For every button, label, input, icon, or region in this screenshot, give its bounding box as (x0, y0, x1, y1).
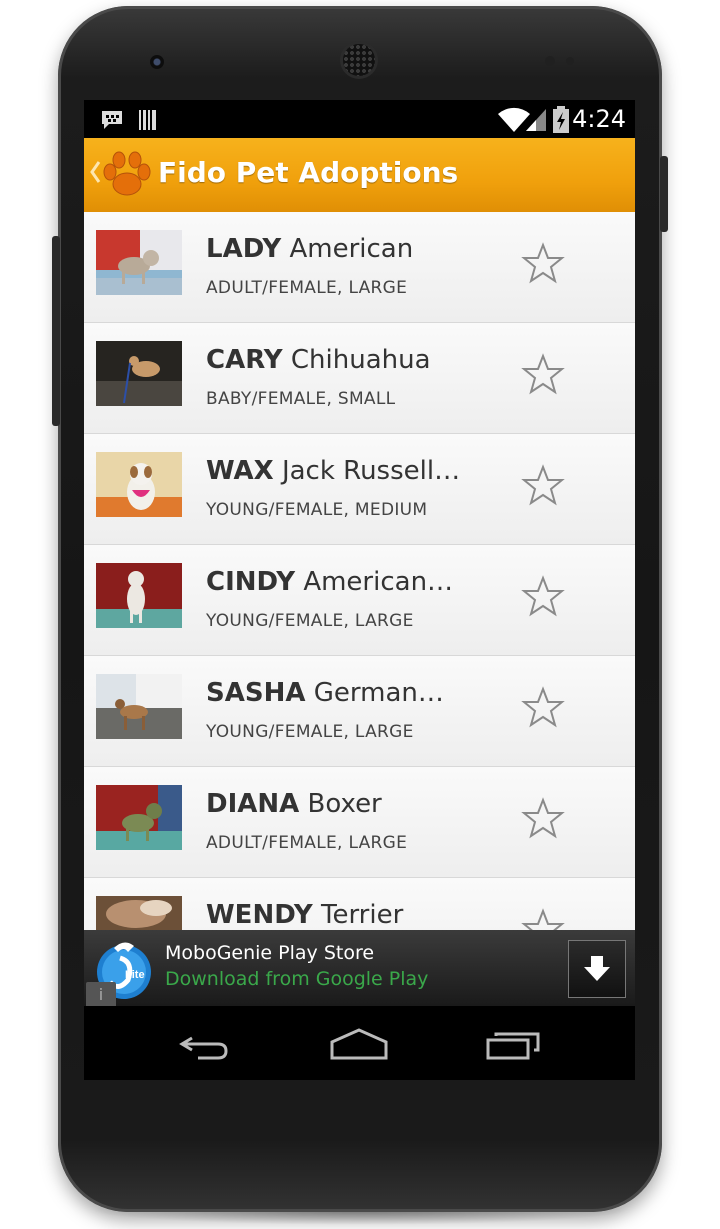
pet-details: BABY/FEMALE, SMALL (206, 389, 396, 409)
clock: 4:24 (572, 105, 626, 133)
pet-breed: German… (313, 678, 444, 708)
proximity-sensor (545, 56, 555, 66)
earpiece-speaker (343, 44, 375, 76)
pet-name: WAX Jack Russell… (206, 456, 460, 486)
up-caret-icon[interactable] (88, 158, 102, 186)
app-title: Fido Pet Adoptions (158, 156, 459, 189)
favorite-star-icon[interactable] (521, 797, 565, 839)
pet-breed: Terrier (320, 900, 404, 930)
pet-photo (96, 674, 182, 739)
ad-title: MoboGenie Play Store (165, 942, 375, 964)
pet-list[interactable]: LADY American ADULT/FEMALE, LARGE CARY C… (84, 212, 635, 989)
pet-name: CINDY American… (206, 567, 453, 597)
pet-details: YOUNG/FEMALE, LARGE (206, 722, 414, 742)
power-button (660, 156, 668, 232)
recent-apps-icon[interactable] (486, 1030, 542, 1062)
favorite-star-icon[interactable] (521, 464, 565, 506)
favorite-star-icon[interactable] (521, 575, 565, 617)
pet-breed: Boxer (307, 789, 382, 819)
pet-photo (96, 563, 182, 628)
pet-name-label: SASHA (206, 678, 306, 708)
pet-details: ADULT/FEMALE, LARGE (206, 278, 408, 298)
pet-name-label: LADY (206, 234, 282, 264)
pet-name-label: WAX (206, 456, 274, 486)
pet-details: YOUNG/FEMALE, LARGE (206, 611, 414, 631)
list-item[interactable]: CARY Chihuahua BABY/FEMALE, SMALL (84, 323, 635, 434)
pet-breed: Jack Russell… (281, 456, 461, 486)
front-camera (150, 55, 164, 69)
favorite-star-icon[interactable] (521, 686, 565, 728)
download-arrow-icon (584, 956, 610, 981)
ad-download-button[interactable] (568, 940, 626, 998)
pet-name-label: WENDY (206, 900, 313, 930)
list-item[interactable]: CINDY American… YOUNG/FEMALE, LARGE (84, 545, 635, 656)
pet-photo (96, 230, 182, 295)
signal-icon (526, 109, 546, 131)
favorite-star-icon[interactable] (521, 353, 565, 395)
pet-name: WENDY Terrier (206, 900, 403, 930)
navigation-bar (84, 1006, 635, 1080)
action-bar: Fido Pet Adoptions (84, 138, 635, 212)
volume-button (52, 236, 60, 426)
pet-name: DIANA Boxer (206, 789, 382, 819)
pet-breed: Chihuahua (290, 345, 431, 375)
paw-icon[interactable] (102, 150, 152, 198)
favorite-star-icon[interactable] (521, 242, 565, 284)
list-item[interactable]: WAX Jack Russell… YOUNG/FEMALE, MEDIUM (84, 434, 635, 545)
pet-photo (96, 452, 182, 517)
back-icon[interactable] (178, 1032, 232, 1062)
pet-name: SASHA German… (206, 678, 444, 708)
list-item[interactable]: LADY American ADULT/FEMALE, LARGE (84, 212, 635, 323)
bbm-notification-icon (102, 111, 122, 129)
pet-photo (96, 341, 182, 406)
ad-info-icon[interactable]: i (86, 982, 116, 1008)
battery-charging-icon (553, 106, 569, 133)
home-icon[interactable] (330, 1028, 388, 1062)
list-item[interactable]: SASHA German… YOUNG/FEMALE, LARGE (84, 656, 635, 767)
light-sensor (566, 57, 574, 65)
pet-name: LADY American (206, 234, 413, 264)
status-bar: 4:24 (84, 100, 635, 138)
barcode-icon (139, 110, 156, 130)
ad-subtitle: Download from Google Play (165, 968, 429, 990)
ad-banner[interactable]: Lite i MoboGenie Play Store Download fro… (84, 930, 635, 1008)
pet-photo (96, 785, 182, 850)
list-item[interactable]: DIANA Boxer ADULT/FEMALE, LARGE (84, 767, 635, 878)
pet-name-label: CARY (206, 345, 283, 375)
screen: 4:24 Fido Pet Adoptions LADY American AD… (84, 100, 635, 1080)
pet-breed: American (289, 234, 414, 264)
pet-name: CARY Chihuahua (206, 345, 431, 375)
pet-breed: American… (303, 567, 454, 597)
pet-name-label: DIANA (206, 789, 300, 819)
pet-name-label: CINDY (206, 567, 296, 597)
pet-details: ADULT/FEMALE, LARGE (206, 833, 408, 853)
pet-details: YOUNG/FEMALE, MEDIUM (206, 500, 428, 520)
ad-badge: Lite (125, 969, 145, 981)
